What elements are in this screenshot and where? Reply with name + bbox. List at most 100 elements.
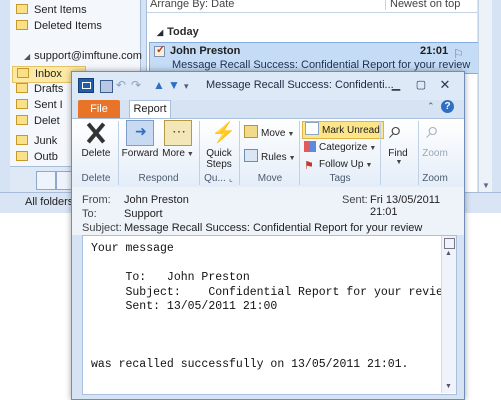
folder-deleted[interactable]: Delet bbox=[16, 114, 60, 129]
mark-unread-button[interactable]: Mark Unread bbox=[302, 121, 384, 139]
save-icon[interactable] bbox=[100, 80, 113, 93]
title-bar[interactable]: ↶ ↷ ▲ ▼ ▾ Message Recall Success: Confid… bbox=[72, 72, 464, 100]
message-subject: Message Recall Success: Confidential Rep… bbox=[172, 59, 471, 71]
from-value[interactable]: John Preston bbox=[124, 194, 189, 206]
group-label-zoom: Zoom bbox=[422, 173, 448, 184]
group-label-tags: Tags bbox=[329, 173, 351, 184]
folder-label: Delet bbox=[34, 115, 60, 127]
find-button[interactable]: Find▼ bbox=[383, 117, 413, 166]
minimize-ribbon-icon[interactable]: ⌃ bbox=[427, 101, 435, 112]
folder-outbox[interactable]: Outb bbox=[16, 150, 58, 165]
more-button[interactable]: More▼ bbox=[162, 120, 194, 159]
account-name: support@imftune.com bbox=[34, 50, 142, 62]
quick-steps-button[interactable]: Quick Steps bbox=[202, 120, 236, 170]
mail-nav-button[interactable] bbox=[36, 171, 56, 190]
message-window: ↶ ↷ ▲ ▼ ▾ Message Recall Success: Confid… bbox=[71, 71, 465, 400]
sent-label: Sent: bbox=[342, 194, 368, 206]
redo-icon[interactable]: ↷ bbox=[131, 78, 141, 92]
arrange-bar: Arrange By: Date Newest on top bbox=[147, 0, 477, 13]
ribbon: Delete Delete Forward More▼ Respond Quic… bbox=[72, 117, 464, 188]
delete-icon bbox=[82, 120, 110, 146]
zoom-button[interactable]: Zoom bbox=[420, 117, 450, 159]
categorize-label: Categorize bbox=[319, 142, 368, 153]
rules-button[interactable]: Rules ▼ bbox=[244, 149, 296, 165]
body-scrollbar[interactable]: ▲ ▼ bbox=[441, 236, 456, 393]
dropdown-arrow-icon: ▼ bbox=[365, 162, 373, 169]
quick-steps-icon bbox=[205, 120, 236, 146]
message-list-scrollbar[interactable]: ▼ bbox=[478, 0, 492, 193]
subject-label: Subject: bbox=[82, 222, 122, 234]
zoom-icon bbox=[421, 117, 449, 146]
flag-icon: ⚑ bbox=[304, 160, 314, 172]
group-separator bbox=[380, 121, 381, 185]
recall-report-icon bbox=[154, 43, 165, 57]
sort-order-label[interactable]: Newest on top bbox=[385, 0, 470, 10]
follow-up-label: Follow Up bbox=[319, 159, 364, 170]
folder-icon bbox=[16, 83, 28, 93]
folder-deleted-items[interactable]: Deleted Items bbox=[16, 19, 102, 34]
categorize-button[interactable]: Categorize ▼ bbox=[304, 140, 376, 156]
folder-sent-items[interactable]: Sent Items bbox=[16, 3, 87, 18]
group-separator bbox=[299, 121, 300, 185]
scroll-up-icon[interactable]: ▲ bbox=[445, 250, 452, 257]
folder-sent[interactable]: Sent I bbox=[16, 98, 63, 113]
sent-value: Fri 13/05/2011 21:01 bbox=[370, 194, 441, 218]
message-time: 21:01 bbox=[420, 45, 449, 57]
folder-label: Deleted Items bbox=[34, 20, 102, 32]
follow-up-button[interactable]: ⚑ Follow Up ▼ bbox=[304, 157, 372, 173]
rules-icon bbox=[244, 149, 258, 162]
subject-value: Message Recall Success: Confidential Rep… bbox=[124, 222, 423, 234]
delete-button[interactable]: Delete bbox=[78, 120, 114, 159]
undo-icon[interactable]: ↶ bbox=[116, 78, 126, 92]
tab-file[interactable]: File bbox=[78, 100, 120, 118]
minimize-button[interactable]: ▁ bbox=[385, 77, 407, 93]
folder-icon bbox=[16, 151, 28, 161]
group-separator bbox=[199, 121, 200, 185]
dialog-launcher-icon[interactable]: ⌞ bbox=[229, 174, 233, 183]
folder-junk[interactable]: Junk bbox=[16, 134, 57, 149]
find-icon bbox=[384, 117, 412, 146]
more-label: More bbox=[162, 148, 185, 159]
inbox-icon bbox=[17, 68, 29, 78]
outlook-app-icon[interactable] bbox=[78, 78, 94, 93]
forward-button[interactable]: Forward bbox=[121, 120, 159, 159]
close-button[interactable]: ✕ bbox=[434, 77, 456, 93]
collapse-icon: ◢ bbox=[24, 52, 31, 61]
group-separator bbox=[418, 121, 419, 185]
message-sender: John Preston bbox=[170, 45, 241, 57]
message-header: From: John Preston Sent: Fri 13/05/2011 … bbox=[72, 187, 464, 235]
forward-label: Forward bbox=[121, 148, 159, 159]
folder-icon bbox=[16, 115, 28, 125]
folder-label: Sent I bbox=[34, 99, 63, 111]
ribbon-tabs: File Report ⌃ ? bbox=[72, 100, 464, 118]
customize-toolbar-icon[interactable]: ▾ bbox=[184, 81, 189, 92]
tab-report[interactable]: Report bbox=[129, 100, 171, 118]
previous-item-icon[interactable]: ▲ bbox=[153, 78, 165, 92]
mark-unread-icon bbox=[305, 122, 319, 135]
account-header[interactable]: ◢ support@imftune.com bbox=[24, 50, 142, 62]
dropdown-arrow-icon: ▼ bbox=[369, 145, 377, 152]
arrange-by-label[interactable]: Arrange By: Date bbox=[150, 0, 234, 10]
dropdown-arrow-icon: ▼ bbox=[288, 155, 296, 162]
maximize-button[interactable]: ▢ bbox=[410, 77, 432, 93]
group-label-delete: Delete bbox=[81, 173, 111, 184]
folder-label: Sent Items bbox=[34, 4, 87, 16]
move-button[interactable]: Move ▼ bbox=[244, 125, 294, 141]
group-header-today[interactable]: ◢ Today bbox=[157, 26, 199, 38]
group-label-move: Move bbox=[257, 173, 283, 184]
folder-icon bbox=[16, 20, 28, 30]
message-row[interactable]: John Preston 21:01 ⚐ Message Recall Succ… bbox=[149, 42, 479, 74]
scroll-down-icon[interactable]: ▼ bbox=[445, 383, 452, 390]
to-value[interactable]: Support bbox=[124, 208, 163, 220]
message-body[interactable]: Your message To: John Preston Subject: C… bbox=[82, 235, 457, 395]
folder-drafts[interactable]: Drafts bbox=[16, 82, 63, 97]
group-separator bbox=[118, 121, 119, 185]
scroll-down-icon[interactable]: ▼ bbox=[482, 181, 490, 190]
help-icon[interactable]: ? bbox=[441, 100, 454, 113]
folder-icon bbox=[16, 4, 28, 14]
note-icon[interactable] bbox=[444, 238, 455, 249]
dropdown-arrow-icon: ▼ bbox=[287, 131, 295, 138]
next-item-icon[interactable]: ▼ bbox=[168, 78, 180, 92]
delete-label: Delete bbox=[81, 148, 111, 159]
collapse-icon: ◢ bbox=[157, 28, 164, 37]
